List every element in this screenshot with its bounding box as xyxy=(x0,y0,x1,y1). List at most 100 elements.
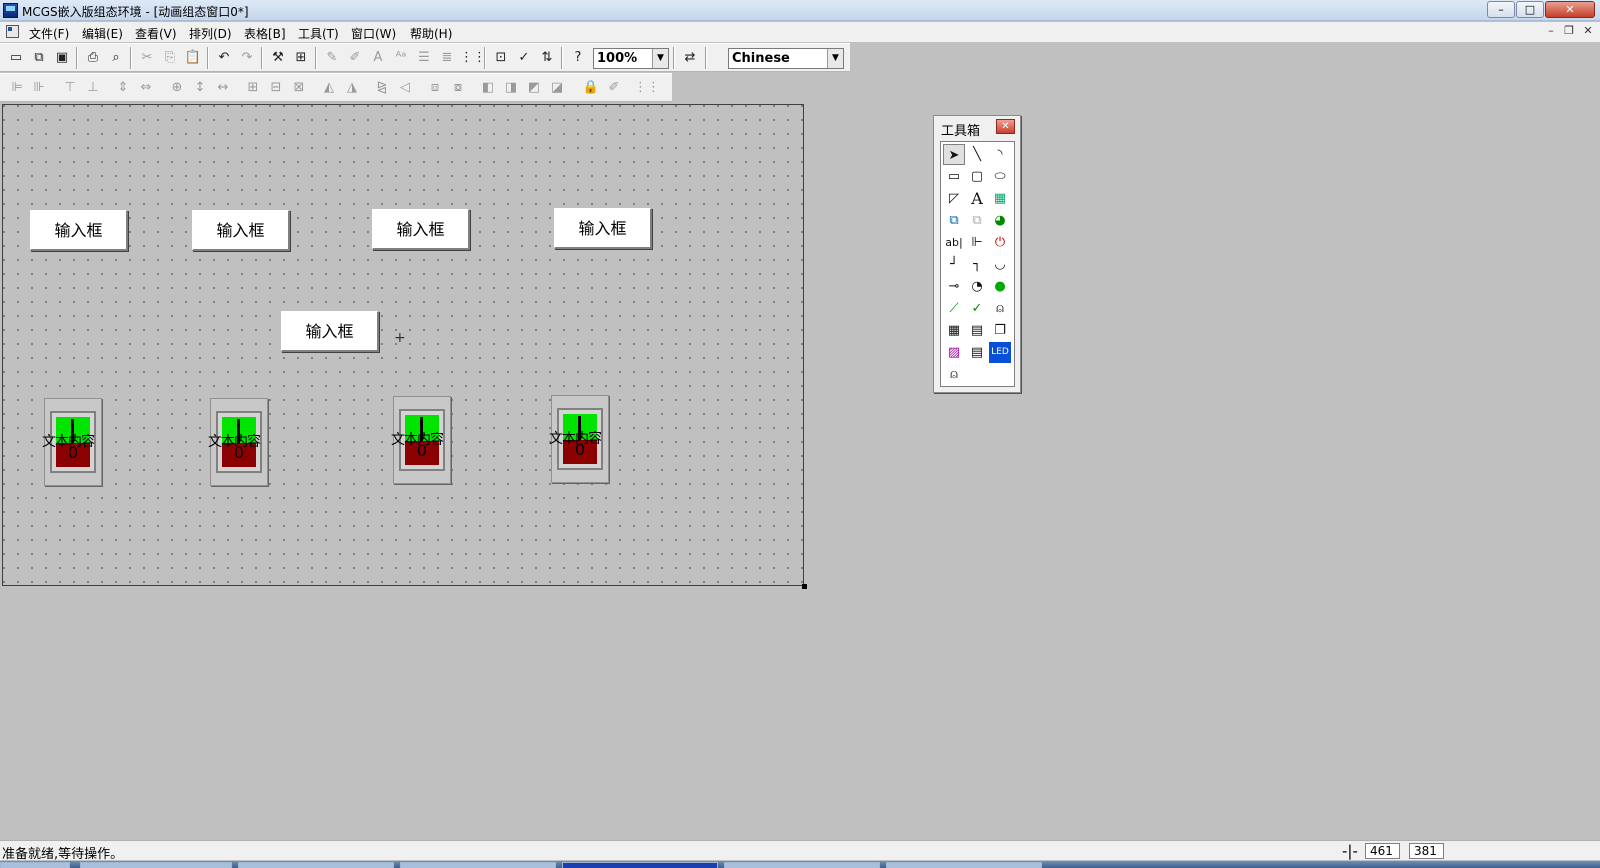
rotate-left-icon[interactable]: ◭ xyxy=(319,78,339,98)
slider-tool-icon[interactable]: ⊩ xyxy=(966,232,988,253)
mdi-close-button[interactable]: ✕ xyxy=(1580,25,1596,39)
check-icon[interactable]: ✓ xyxy=(514,48,534,68)
save-component-icon[interactable]: ⧉ xyxy=(966,210,988,231)
font-color-icon[interactable]: A xyxy=(368,48,388,68)
canvas-resize-handle[interactable] xyxy=(802,584,807,589)
minimize-button[interactable]: – xyxy=(1487,1,1515,18)
menu-table[interactable]: 表格[B] xyxy=(244,25,286,42)
menu-edit[interactable]: 编辑(E) xyxy=(82,25,123,42)
center-both-icon[interactable]: ⊕ xyxy=(167,78,187,98)
group-icon[interactable]: ⧈ xyxy=(425,78,445,98)
switch-control[interactable]: 0 文本内容 xyxy=(208,398,268,486)
valve-icon[interactable]: ⊸ xyxy=(943,276,965,297)
menu-file[interactable]: 文件(F) xyxy=(29,25,69,42)
taskbar-item[interactable] xyxy=(724,862,880,868)
copy-icon[interactable]: ⎘ xyxy=(160,48,180,68)
bitmap-icon[interactable]: ▦ xyxy=(989,188,1011,209)
send-backward-icon[interactable]: ◪ xyxy=(547,78,567,98)
pipe-icon[interactable]: ┐ xyxy=(966,254,988,275)
taskbar-item[interactable] xyxy=(886,862,1042,868)
line-color-icon[interactable]: ✐ xyxy=(345,48,365,68)
grid-arrange-icon[interactable]: ⋮⋮ xyxy=(634,78,660,98)
shape-library-icon[interactable]: ◕ xyxy=(989,210,1011,231)
print-preview-icon[interactable]: ⌕ xyxy=(106,48,126,68)
print-icon[interactable]: ⎙ xyxy=(83,48,103,68)
rectangle-icon[interactable]: ▭ xyxy=(943,166,965,187)
window-icon[interactable]: ❐ xyxy=(989,320,1011,341)
chart-icon[interactable]: ▨ xyxy=(943,342,965,363)
mdi-restore-button[interactable]: ❐ xyxy=(1561,25,1577,39)
taskbar-item-active[interactable] xyxy=(562,862,718,868)
rotate-right-icon[interactable]: ◮ xyxy=(342,78,362,98)
line-width-icon[interactable]: ≣ xyxy=(437,48,457,68)
toolbox-toggle-icon[interactable]: ⊞ xyxy=(291,48,311,68)
table-icon[interactable]: ▦ xyxy=(943,320,965,341)
gauge-icon[interactable]: ◔ xyxy=(966,276,988,297)
input-box[interactable]: 输入框 xyxy=(281,311,379,352)
close-button[interactable]: ✕ xyxy=(1545,1,1595,18)
brush-icon[interactable]: ✎ xyxy=(322,48,342,68)
center-horizontal-icon[interactable]: ↔ xyxy=(213,78,233,98)
button-tool-icon[interactable]: ⏻ xyxy=(989,232,1011,253)
report-table-icon[interactable]: ▤ xyxy=(966,320,988,341)
input-box[interactable]: 输入框 xyxy=(554,208,652,249)
help-context-icon[interactable]: ? xyxy=(568,48,588,68)
bring-front-icon[interactable]: ◧ xyxy=(478,78,498,98)
same-width-icon[interactable]: ⊠ xyxy=(289,78,309,98)
align-bottom-icon[interactable]: ⊥ xyxy=(83,78,103,98)
polyline-icon[interactable]: ◸ xyxy=(943,188,965,209)
trend-curve-icon[interactable]: ⟋ xyxy=(943,298,965,319)
flow-line-icon[interactable]: ┘ xyxy=(943,254,965,275)
start-button[interactable] xyxy=(0,862,70,868)
line-icon[interactable]: ╲ xyxy=(966,144,988,165)
mdi-minimize-button[interactable]: – xyxy=(1543,25,1559,39)
toolbox-close-button[interactable]: ✕ xyxy=(996,119,1015,134)
line-style-icon[interactable]: ☰ xyxy=(414,48,434,68)
alarm-icon[interactable]: ⍝ xyxy=(989,298,1011,319)
input-box[interactable]: 输入框 xyxy=(192,210,290,251)
send-back-icon[interactable]: ◨ xyxy=(501,78,521,98)
chevron-down-icon[interactable]: ▼ xyxy=(827,49,843,68)
grid-icon[interactable]: ⋮⋮ xyxy=(460,48,486,68)
language-select[interactable]: Chinese ▼ xyxy=(728,48,844,69)
same-size-icon[interactable]: ⊞ xyxy=(243,78,263,98)
align-top-icon[interactable]: ⊤ xyxy=(60,78,80,98)
switch-control[interactable]: 0 文本内容 xyxy=(42,398,102,486)
input-box-tool-icon[interactable]: ab| xyxy=(943,232,965,253)
document-icon[interactable] xyxy=(6,25,19,38)
format-brush-icon[interactable]: ✐ xyxy=(604,78,624,98)
alarm-browse-icon[interactable]: ⍝ xyxy=(943,364,965,385)
same-height-icon[interactable]: ⊟ xyxy=(266,78,286,98)
led-icon[interactable]: LED xyxy=(989,342,1011,363)
menu-tools[interactable]: 工具(T) xyxy=(298,25,339,42)
ellipse-icon[interactable]: ⬭ xyxy=(989,166,1011,187)
properties-icon[interactable]: ⊡ xyxy=(491,48,511,68)
switch-control[interactable]: 0 文本内容 xyxy=(549,395,609,483)
undo-icon[interactable]: ↶ xyxy=(214,48,234,68)
lock-icon[interactable]: 🔒 xyxy=(581,78,601,98)
curve-pipe-icon[interactable]: ◡ xyxy=(989,254,1011,275)
open-icon[interactable]: ⧉ xyxy=(29,48,49,68)
arc-icon[interactable]: ◝ xyxy=(989,144,1011,165)
font-icon[interactable]: ᴬᵃ xyxy=(391,48,411,68)
insert-component-icon[interactable]: ⧉ xyxy=(943,210,965,231)
chevron-down-icon[interactable]: ▼ xyxy=(652,49,668,68)
rounded-rectangle-icon[interactable]: ▢ xyxy=(966,166,988,187)
taskbar-item[interactable] xyxy=(238,862,394,868)
menu-arrange[interactable]: 排列(D) xyxy=(189,25,232,42)
history-curve-icon[interactable]: ✓ xyxy=(966,298,988,319)
zoom-select[interactable]: 100% ▼ xyxy=(593,48,669,69)
new-window-icon[interactable]: ▭ xyxy=(6,48,26,68)
save-icon[interactable]: ▣ xyxy=(52,48,72,68)
input-box[interactable]: 输入框 xyxy=(372,209,470,250)
taskbar-item[interactable] xyxy=(80,862,232,868)
tools-icon[interactable]: ⚒ xyxy=(268,48,288,68)
align-right-icon[interactable]: ⊪ xyxy=(29,78,49,98)
ungroup-icon[interactable]: ⧇ xyxy=(448,78,468,98)
menu-window[interactable]: 窗口(W) xyxy=(351,25,396,42)
cut-icon[interactable]: ✂ xyxy=(137,48,157,68)
sort-icon[interactable]: ⇅ xyxy=(537,48,557,68)
switch-control[interactable]: 0 文本内容 xyxy=(391,396,451,484)
data-storage-icon[interactable]: ▤ xyxy=(966,342,988,363)
pointer-icon[interactable]: ➤ xyxy=(943,144,965,165)
